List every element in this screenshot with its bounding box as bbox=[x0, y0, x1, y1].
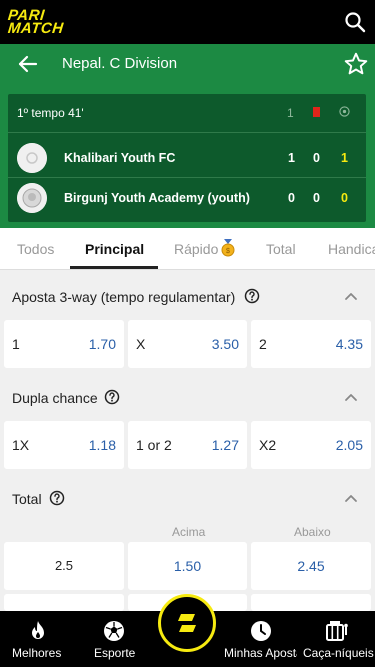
medal-icon: $ bbox=[221, 239, 235, 257]
total-line-cell: 2.5 bbox=[4, 542, 124, 590]
team-row-home: Khalibari Youth FC 1 0 1 bbox=[8, 138, 366, 178]
total-line-value: 2.5 bbox=[54, 558, 74, 573]
odds-value: 1.18 bbox=[88, 437, 116, 453]
odds-button-x2[interactable]: X2 2.05 bbox=[251, 421, 371, 469]
nav-caca-niqueis[interactable]: Caça-níqueis bbox=[300, 611, 375, 667]
football-icon bbox=[339, 106, 350, 117]
odds-label: X2 bbox=[259, 437, 277, 453]
back-arrow-icon[interactable] bbox=[16, 52, 40, 76]
three-way-title: Aposta 3-way (tempo regulamentar) bbox=[12, 289, 236, 305]
odds-value: 1.50 bbox=[173, 558, 202, 574]
nav-label: Minhas Apostas bbox=[224, 646, 297, 660]
market-tabs: Todos Principal Rápido $ Total Handicap bbox=[0, 228, 375, 270]
over-column-header: Acima bbox=[172, 525, 206, 539]
three-way-header[interactable]: Aposta 3-way (tempo regulamentar) bbox=[0, 273, 375, 319]
tab-principal[interactable]: Principal bbox=[85, 241, 144, 257]
active-tab-indicator bbox=[70, 266, 158, 269]
total-header[interactable]: Total bbox=[0, 475, 375, 521]
odds-label: 2 bbox=[259, 336, 267, 352]
odds-button-under[interactable]: 2.45 bbox=[251, 542, 371, 590]
flame-icon bbox=[32, 621, 44, 639]
home-score-first-half: 1 bbox=[288, 151, 295, 165]
nav-minhas-apostas[interactable]: Minhas Apostas bbox=[222, 611, 300, 667]
double-chance-title: Dupla chance bbox=[12, 390, 98, 406]
favorite-star-icon[interactable] bbox=[343, 51, 369, 77]
away-team-name: Birgunj Youth Academy (youth) bbox=[64, 191, 250, 205]
team-row-away: Birgunj Youth Academy (youth) 0 0 0 bbox=[8, 178, 366, 218]
odds-value: 3.50 bbox=[211, 336, 239, 352]
tab-total[interactable]: Total bbox=[266, 241, 296, 257]
double-chance-header[interactable]: Dupla chance bbox=[0, 374, 375, 420]
help-icon[interactable] bbox=[244, 288, 260, 304]
odds-label: 1 bbox=[12, 336, 20, 352]
red-card-icon bbox=[313, 107, 320, 117]
search-icon[interactable] bbox=[343, 10, 367, 34]
event-header: Nepal. C Division bbox=[0, 44, 375, 84]
away-team-logo-icon bbox=[17, 183, 47, 213]
odds-value: 2.45 bbox=[297, 558, 325, 574]
home-score-second-half: 0 bbox=[313, 151, 320, 165]
odds-button-2[interactable]: 2 4.35 bbox=[251, 320, 371, 368]
nav-melhores[interactable]: Melhores bbox=[0, 611, 76, 667]
odds-label: X bbox=[136, 336, 146, 352]
match-time: 1º tempo 41' bbox=[17, 106, 84, 120]
chevron-up-icon[interactable] bbox=[344, 290, 358, 302]
home-score-total: 1 bbox=[341, 151, 348, 165]
odds-button-1[interactable]: 1 1.70 bbox=[4, 320, 124, 368]
odds-value: 4.35 bbox=[335, 336, 363, 352]
odds-value: 2.05 bbox=[335, 437, 363, 453]
parimatch-logo[interactable]: PARI MATCH bbox=[7, 7, 64, 37]
nav-label: Melhores bbox=[12, 646, 62, 660]
odds-label: 1 or 2 bbox=[136, 437, 172, 453]
odds-button-1x[interactable]: 1X 1.18 bbox=[4, 421, 124, 469]
parimatch-center-button[interactable] bbox=[158, 594, 216, 652]
odds-label: 1X bbox=[12, 437, 30, 453]
scoreboard: 1º tempo 41' 1 Khalibari Youth FC 1 0 1 bbox=[8, 94, 366, 222]
total-title: Total bbox=[12, 491, 42, 507]
parimatch-logo-icon bbox=[178, 614, 196, 632]
chevron-up-icon[interactable] bbox=[344, 492, 358, 504]
nav-esporte[interactable]: Esporte bbox=[80, 611, 150, 667]
logo-line-2: MATCH bbox=[7, 20, 65, 37]
odds-value: 1.27 bbox=[211, 437, 239, 453]
tab-rapido[interactable]: Rápido bbox=[174, 241, 218, 257]
score-panel: 1º tempo 41' 1 Khalibari Youth FC 1 0 1 bbox=[0, 84, 375, 228]
nav-label: Esporte bbox=[94, 646, 136, 660]
odds-button-next[interactable] bbox=[251, 594, 371, 611]
odds-value: 1.70 bbox=[88, 336, 116, 352]
odds-button-over[interactable]: 1.50 bbox=[128, 542, 247, 590]
away-score-total: 0 bbox=[341, 191, 348, 205]
chevron-up-icon[interactable] bbox=[344, 391, 358, 403]
under-column-header: Abaixo bbox=[294, 525, 331, 539]
svg-text:$: $ bbox=[226, 248, 230, 255]
league-title: Nepal. C Division bbox=[62, 55, 178, 72]
soccer-ball-icon bbox=[104, 621, 124, 641]
nav-label: Caça-níqueis bbox=[303, 646, 374, 660]
total-line-cell-next bbox=[4, 594, 124, 611]
odds-button-x[interactable]: X 3.50 bbox=[128, 320, 247, 368]
help-icon[interactable] bbox=[49, 490, 65, 506]
divider bbox=[8, 132, 366, 133]
top-bar: PARI MATCH bbox=[0, 0, 375, 44]
odds-button-1-or-2[interactable]: 1 or 2 1.27 bbox=[128, 421, 247, 469]
tab-todos[interactable]: Todos bbox=[17, 241, 54, 257]
clock-icon bbox=[251, 621, 271, 641]
help-icon[interactable] bbox=[104, 389, 120, 405]
home-team-name: Khalibari Youth FC bbox=[64, 151, 176, 165]
slot-machine-icon bbox=[326, 621, 348, 641]
away-score-first-half: 0 bbox=[288, 191, 295, 205]
first-half-column-header: 1 bbox=[287, 106, 294, 120]
tab-handicap[interactable]: Handicap bbox=[328, 241, 375, 257]
home-team-logo-icon bbox=[17, 143, 47, 173]
away-score-second-half: 0 bbox=[313, 191, 320, 205]
